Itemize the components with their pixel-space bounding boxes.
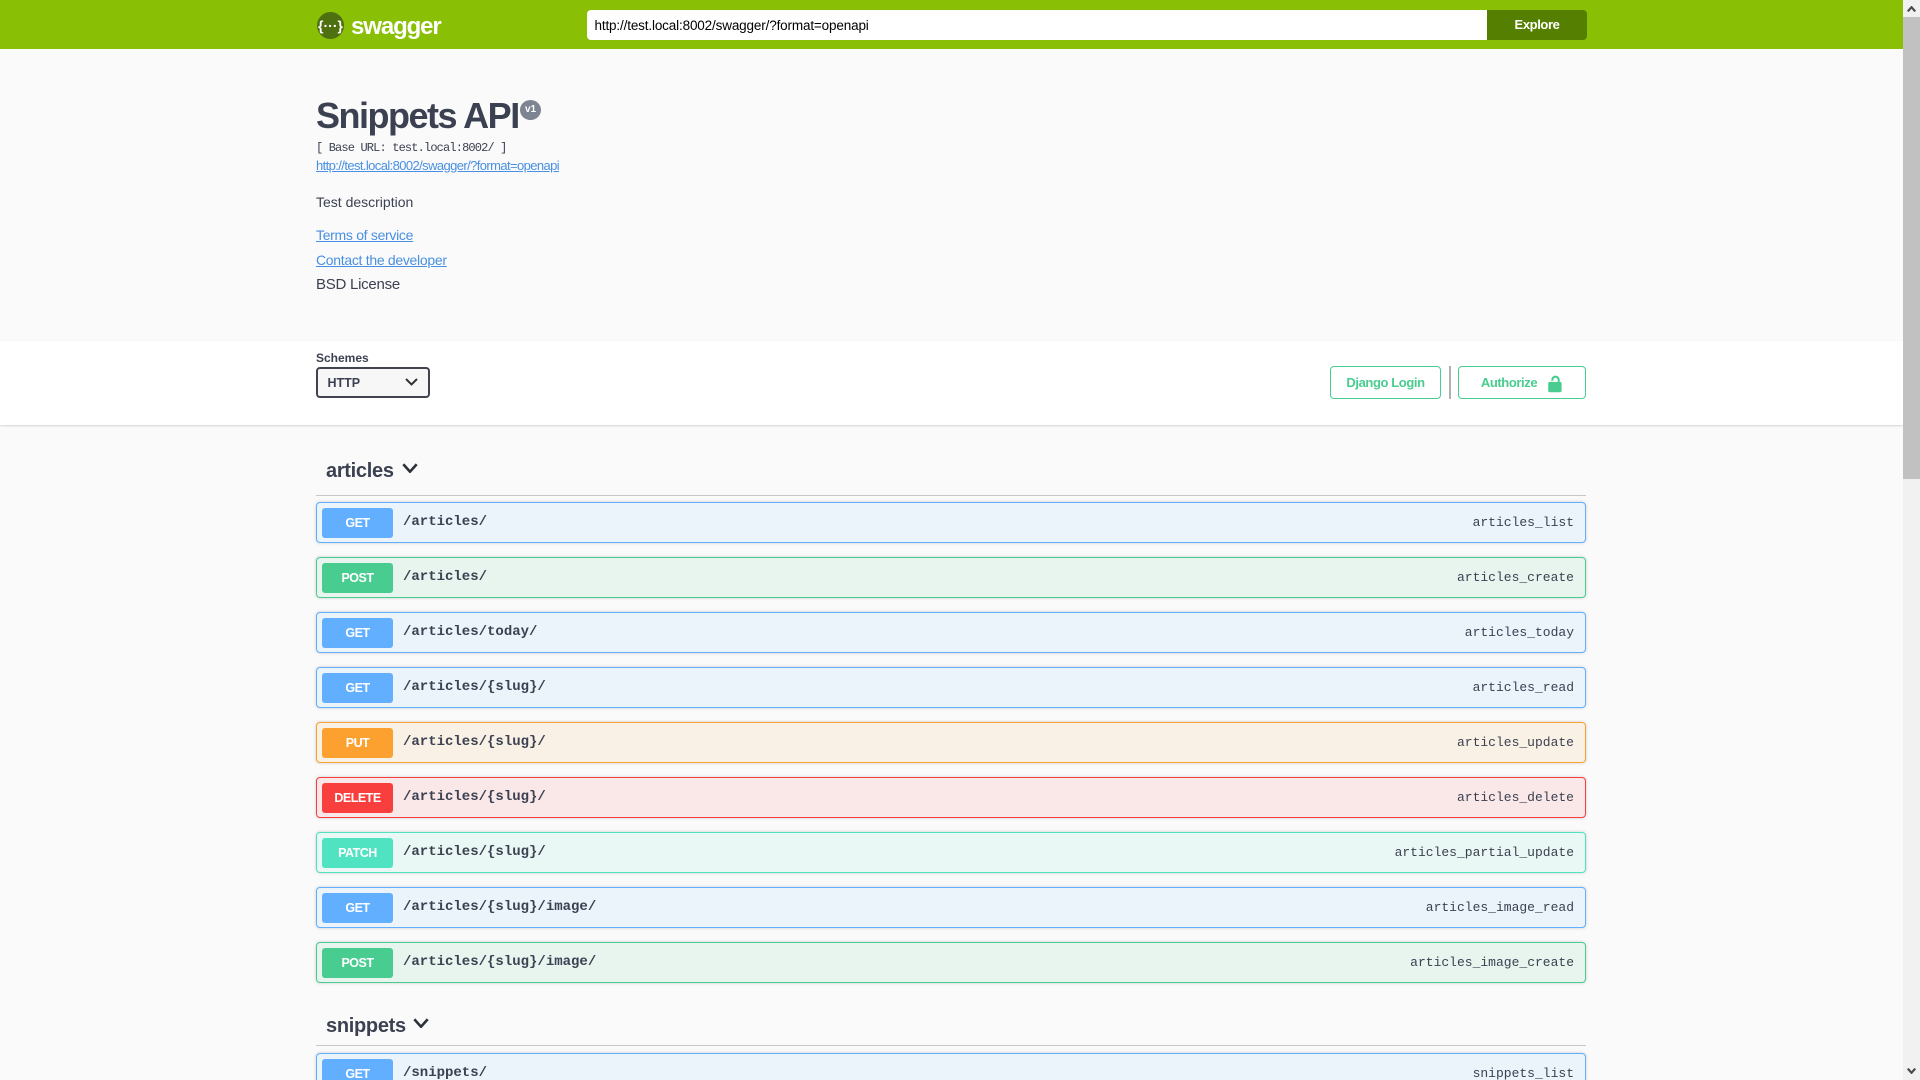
svg-text:{···}: {···}: [318, 18, 343, 34]
